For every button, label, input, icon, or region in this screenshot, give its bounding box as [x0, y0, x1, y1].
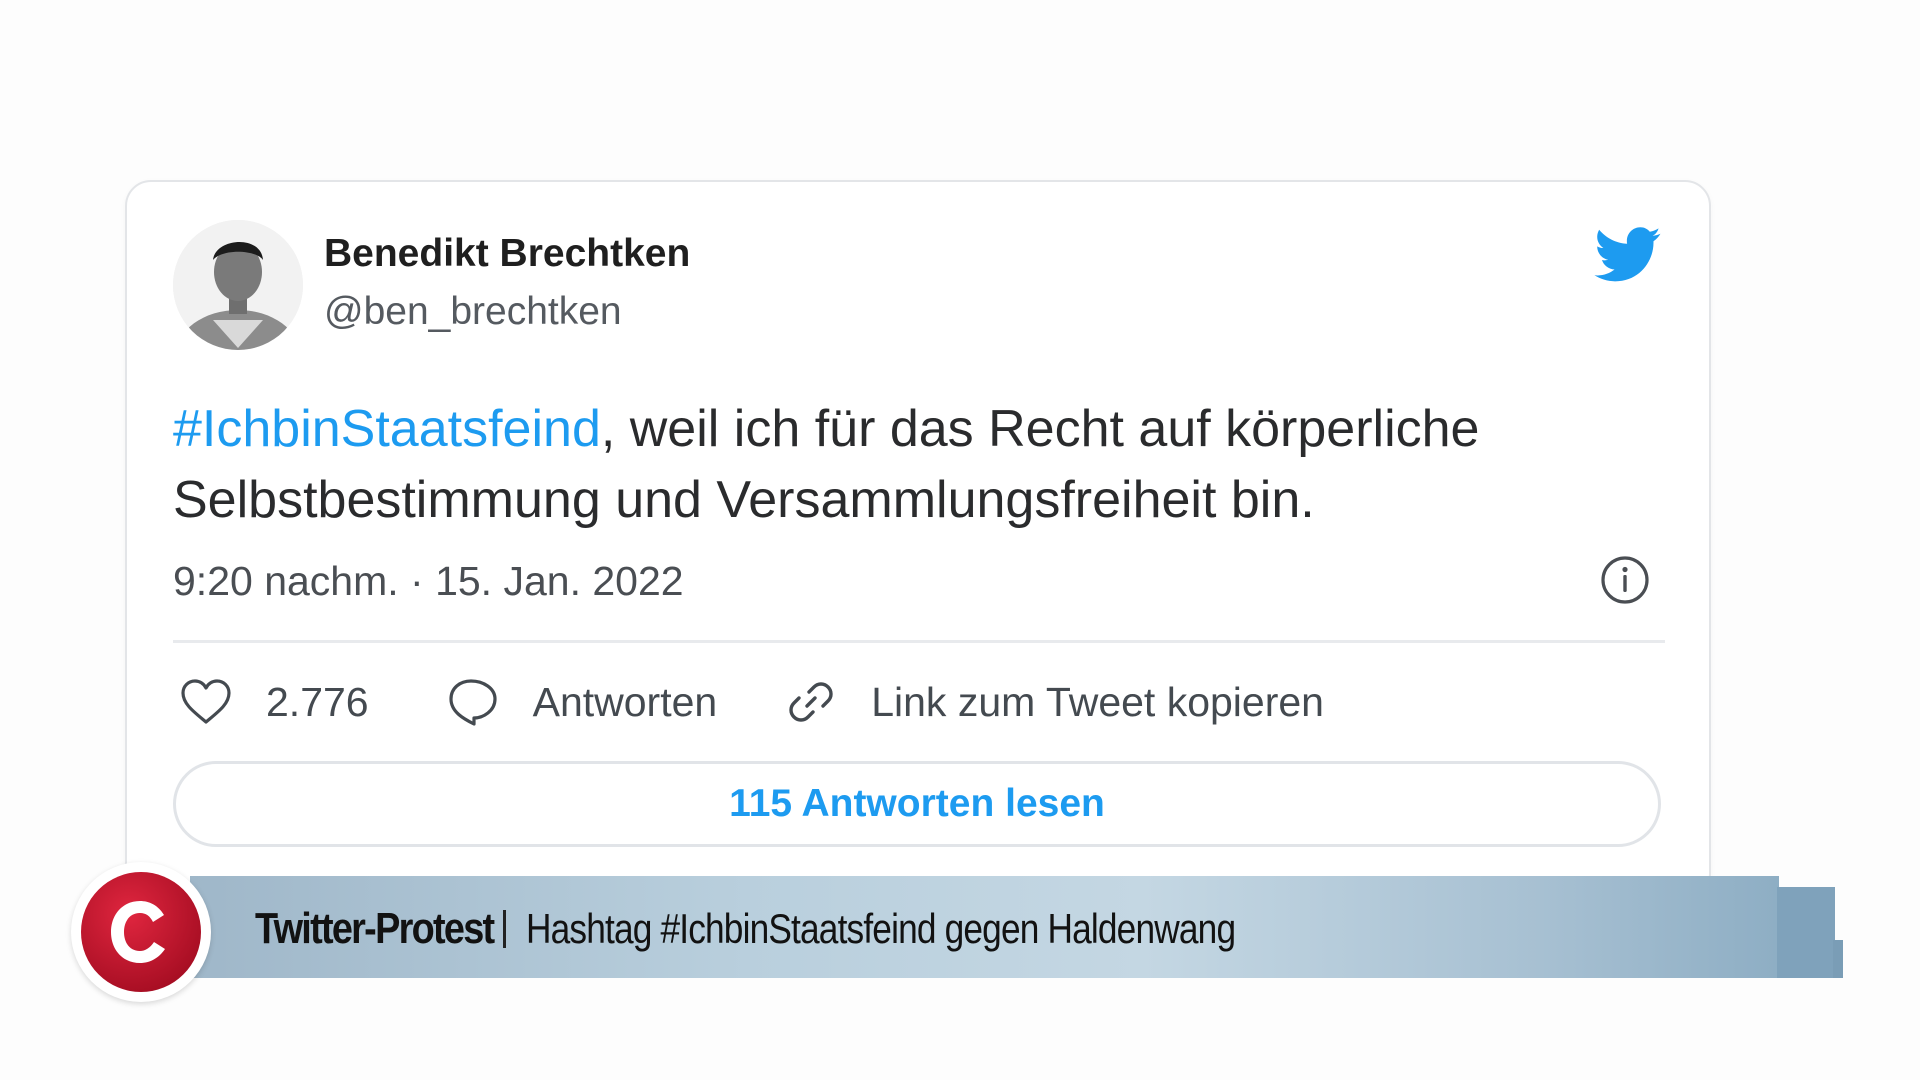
lower-third-text: Twitter-Protest Hashtag #IchbinStaatsfei…	[255, 904, 1370, 954]
avatar[interactable]	[173, 220, 303, 350]
lower-third-accent-edge	[1833, 940, 1843, 978]
author-handle[interactable]: @ben_brechtken	[324, 290, 622, 334]
lower-third-subtitle: Hashtag #IchbinStaatsfeind gegen Haldenw…	[526, 905, 1236, 952]
reply-button[interactable]: Antworten	[447, 677, 718, 727]
tweet-actions: 2.776 Antworten Link zum Tweet kopieren	[180, 672, 1324, 732]
lower-third-accent	[1777, 887, 1835, 978]
read-replies-button[interactable]: 115 Antworten lesen	[173, 761, 1661, 847]
info-icon[interactable]	[1600, 555, 1650, 605]
link-icon	[789, 682, 833, 722]
divider	[173, 640, 1665, 643]
like-button[interactable]: 2.776	[180, 678, 369, 726]
twitter-bird-icon[interactable]	[1594, 227, 1662, 283]
speech-bubble-icon	[449, 679, 497, 726]
like-count: 2.776	[266, 678, 369, 725]
reply-label: Antworten	[532, 678, 718, 725]
lower-third-title: Twitter-Protest	[255, 904, 495, 953]
tweet-text: #IchbinStaatsfeind, weil ich für das Rec…	[173, 394, 1613, 536]
heart-icon	[181, 679, 231, 724]
hashtag-link[interactable]: #IchbinStaatsfeind	[173, 400, 601, 458]
author-name[interactable]: Benedikt Brechtken	[324, 232, 690, 276]
tweet-card: Benedikt Brechtken @ben_brechtken #Ichbi…	[125, 180, 1711, 900]
lower-third-separator	[503, 910, 506, 948]
copy-link-button[interactable]: Link zum Tweet kopieren	[785, 676, 1324, 728]
tweet-timestamp[interactable]: 9:20 nachm. · 15. Jan. 2022	[173, 558, 684, 605]
channel-logo	[81, 872, 201, 992]
copy-link-label: Link zum Tweet kopieren	[871, 678, 1324, 725]
video-frame: Benedikt Brechtken @ben_brechtken #Ichbi…	[0, 0, 1920, 1080]
avatar-image	[173, 220, 303, 350]
